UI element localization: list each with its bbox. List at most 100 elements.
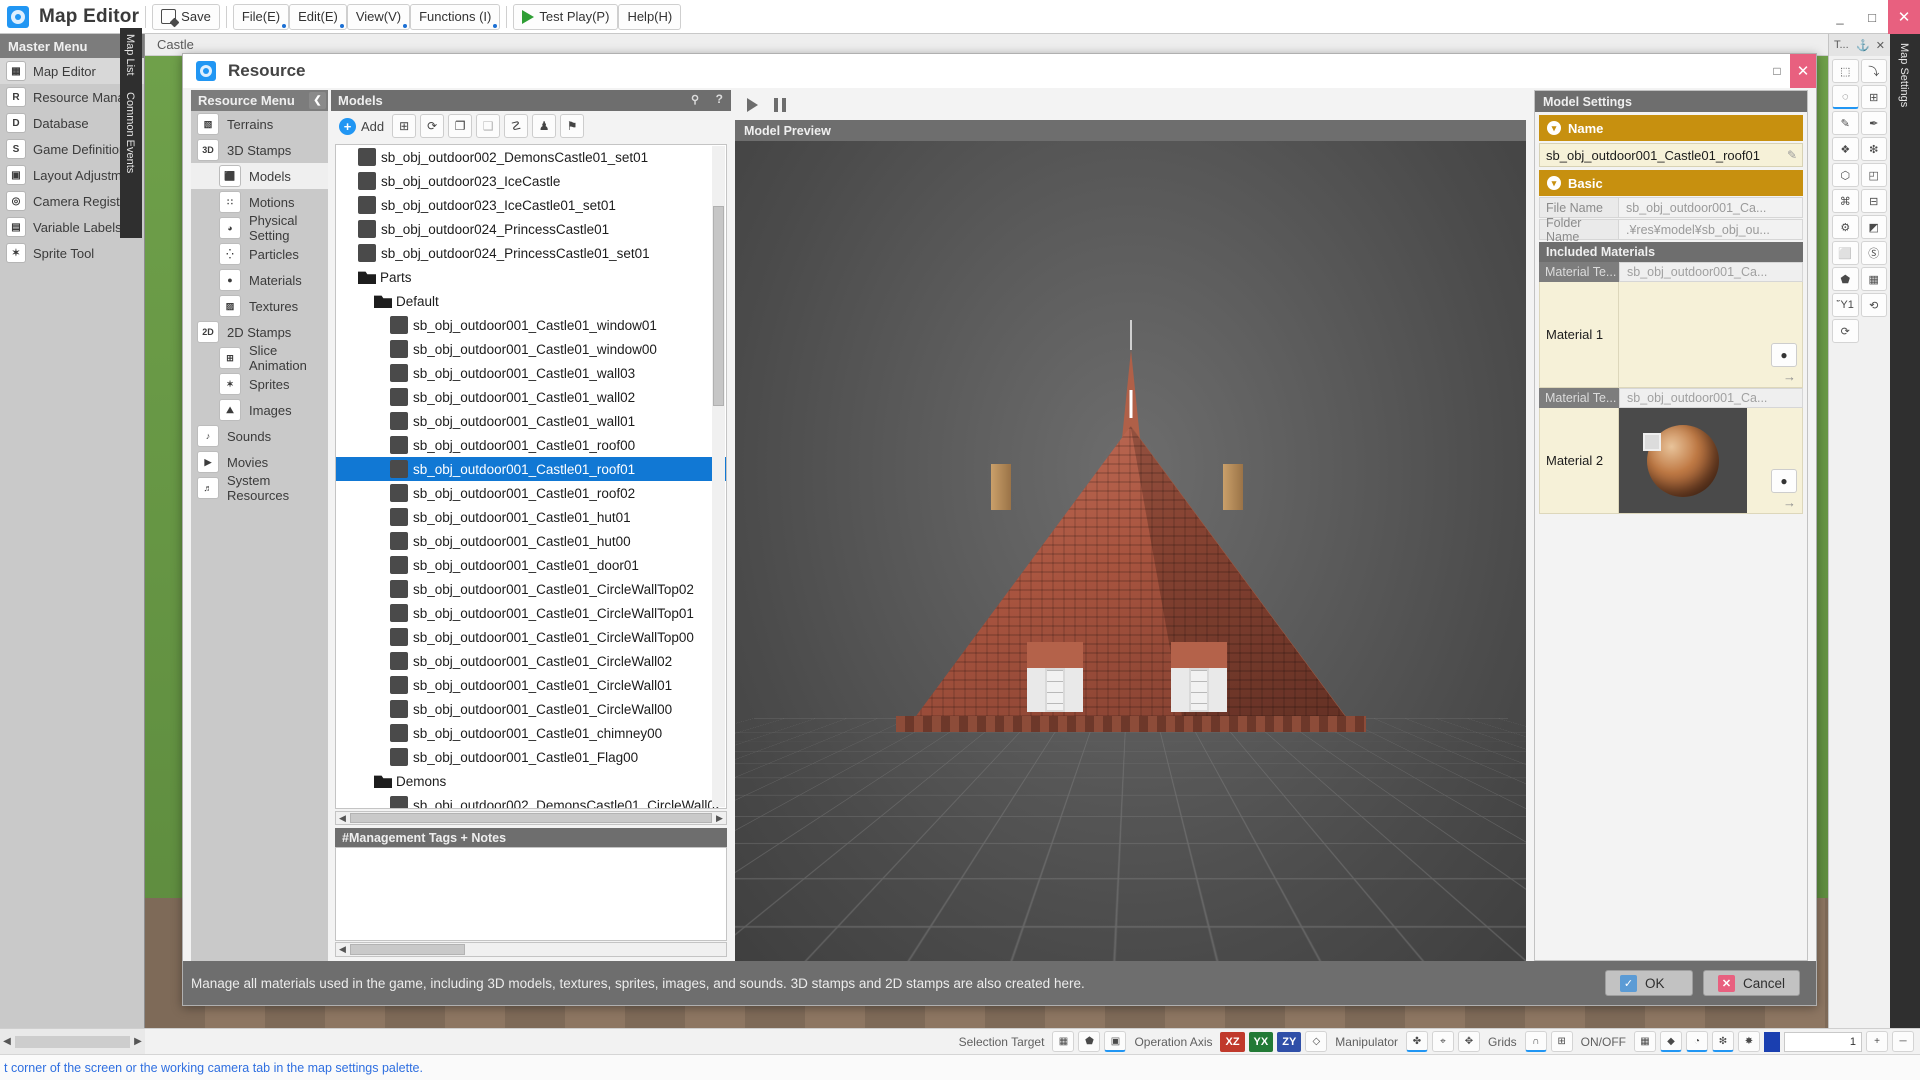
tree-model-row[interactable]: sb_obj_outdoor001_Castle01_CircleWallTop… [336, 601, 726, 625]
manipulator-move-button[interactable]: ✤ [1406, 1031, 1428, 1052]
palette-tool-button-15[interactable]: Ⓢ [1861, 241, 1888, 265]
toggle-effect-button[interactable]: ❇ [1712, 1031, 1734, 1052]
resource-menu-item-3d-stamps[interactable]: 3D 3D Stamps [191, 137, 328, 163]
cancel-button[interactable]: ✕ Cancel [1703, 970, 1800, 996]
models-tree[interactable]: sb_obj_outdoor002_DemonsCastle01_set01 sb… [335, 144, 727, 809]
palette-tool-button-9[interactable]: ◰ [1861, 163, 1888, 187]
edit-pencil-icon[interactable]: ✎ [1787, 148, 1797, 162]
close-button[interactable]: ✕ [1888, 0, 1920, 34]
resource-menu-item-system-resources[interactable]: ♬ System Resources [191, 475, 328, 501]
level-increase-button[interactable]: + [1866, 1031, 1888, 1052]
map-tab-castle[interactable]: Castle [157, 37, 194, 52]
test-play-button[interactable]: Test Play(P) [513, 4, 618, 30]
tree-folder-row[interactable]: Demons [336, 769, 726, 793]
tree-model-row[interactable]: sb_obj_outdoor024_PrincessCastle01_set01 [336, 241, 726, 265]
resource-menu-item-particles[interactable]: ⁛ Particles [191, 241, 328, 267]
grid-show-button[interactable]: ⊞ [1551, 1031, 1573, 1052]
resource-menu-item-sounds[interactable]: ♪ Sounds [191, 423, 328, 449]
grid-snap-button[interactable]: ∩ [1525, 1031, 1547, 1052]
resource-menu-item-physical-setting[interactable]: ◕ Physical Setting [191, 215, 328, 241]
tree-model-row[interactable]: sb_obj_outdoor001_Castle01_window00 [336, 337, 726, 361]
new-folder-button[interactable]: ⊞ [392, 114, 416, 138]
notes-hscroll-thumb[interactable] [350, 944, 465, 955]
close-icon[interactable]: ✕ [1876, 39, 1885, 52]
search-icon[interactable]: ⚲ [691, 93, 705, 107]
palette-tool-button-6[interactable]: ❖ [1832, 137, 1859, 161]
tree-model-row[interactable]: sb_obj_outdoor001_Castle01_roof01 [336, 457, 726, 481]
delete-button[interactable]: ☡ [504, 114, 528, 138]
tree-folder-row[interactable]: Parts [336, 265, 726, 289]
notes-hscrollbar[interactable]: ◀ [335, 942, 727, 957]
basic-section-header[interactable]: ▾ Basic [1539, 170, 1803, 196]
material2-edit-icon[interactable]: ● [1771, 469, 1797, 493]
menu-view[interactable]: View(V) [347, 4, 410, 30]
master-menu-hscroll[interactable]: ◀ ▶ [0, 1028, 145, 1054]
toggle-collision-button[interactable]: ✸ [1738, 1031, 1760, 1052]
tab-map-list[interactable]: Map List [120, 28, 140, 82]
map-settings-tab[interactable]: Map Settings [1890, 34, 1920, 1028]
palette-tool-button-17[interactable]: ▦ [1861, 267, 1888, 291]
help-button[interactable]: Help(H) [618, 4, 681, 30]
tree-vscroll-thumb[interactable] [713, 206, 724, 406]
resource-menu-item-terrains[interactable]: ▧ Terrains [191, 111, 328, 137]
pause-icon[interactable] [774, 98, 786, 112]
toggle-light-button[interactable]: ◔ [1686, 1031, 1708, 1052]
tree-model-row[interactable]: sb_obj_outdoor001_Castle01_hut00 [336, 529, 726, 553]
tree-model-row[interactable]: sb_obj_outdoor023_IceCastle01_set01 [336, 193, 726, 217]
material1-goto-icon[interactable]: → [1783, 369, 1796, 384]
palette-tool-button-18[interactable]: Ὕ1 [1832, 293, 1859, 317]
tree-model-row[interactable]: sb_obj_outdoor001_Castle01_Flag00 [336, 745, 726, 769]
tree-model-row[interactable]: sb_obj_outdoor001_Castle01_CircleWall00 [336, 697, 726, 721]
maximize-button[interactable]: □ [1856, 0, 1888, 34]
material1-edit-icon[interactable]: ● [1771, 343, 1797, 367]
tree-model-row[interactable]: sb_obj_outdoor001_Castle01_CircleWall01 [336, 673, 726, 697]
resource-menu-item-slice-animation[interactable]: ⊞ Slice Animation [191, 345, 328, 371]
palette-tool-button-8[interactable]: ⬡ [1832, 163, 1859, 187]
level-input[interactable]: 1 [1784, 1032, 1862, 1052]
model-name-input[interactable]: sb_obj_outdoor001_Castle01_roof01 ✎ [1539, 143, 1803, 167]
tree-model-row[interactable]: sb_obj_outdoor001_Castle01_roof02 [336, 481, 726, 505]
level-decrease-button[interactable]: ─ [1892, 1031, 1914, 1052]
palette-tool-button-20[interactable]: ⟳ [1832, 319, 1859, 343]
palette-tool-button-1[interactable]: ⤵ [1861, 59, 1888, 83]
play-icon[interactable] [747, 98, 758, 112]
tree-model-row[interactable]: sb_obj_outdoor023_IceCastle [336, 169, 726, 193]
material2-goto-icon[interactable]: → [1783, 495, 1796, 510]
resource-menu-item-textures[interactable]: ▨ Textures [191, 293, 328, 319]
palette-tool-button-4[interactable]: ✎ [1832, 111, 1859, 135]
resource-menu-item-models[interactable]: ⬛ Models [191, 163, 328, 189]
axis-yx-button[interactable]: YX [1249, 1032, 1274, 1052]
tree-model-row[interactable]: sb_obj_outdoor002_DemonsCastle01_set01 [336, 145, 726, 169]
scroll-right-icon[interactable]: ▶ [713, 812, 726, 824]
resource-menu-item-2d-stamps[interactable]: 2D 2D Stamps [191, 319, 328, 345]
stamp-button[interactable]: ♟ [532, 114, 556, 138]
tree-folder-row[interactable]: Default [336, 289, 726, 313]
toggle-grid-button[interactable]: ▦ [1634, 1031, 1656, 1052]
menu-edit[interactable]: Edit(E) [289, 4, 347, 30]
tree-model-row[interactable]: sb_obj_outdoor024_PrincessCastle01 [336, 217, 726, 241]
tree-model-row[interactable]: sb_obj_outdoor001_Castle01_CircleWall02 [336, 649, 726, 673]
resource-menu-item-images[interactable]: ⛰ Images [191, 397, 328, 423]
tree-model-row[interactable]: sb_obj_outdoor001_Castle01_wall03 [336, 361, 726, 385]
palette-tool-button-0[interactable]: ⬚ [1832, 59, 1859, 83]
tree-model-row[interactable]: sb_obj_outdoor001_Castle01_wall01 [336, 409, 726, 433]
tree-model-row[interactable]: sb_obj_outdoor001_Castle01_hut01 [336, 505, 726, 529]
tab-common-events[interactable]: Common Events [120, 82, 140, 179]
tree-model-row[interactable]: sb_obj_outdoor001_Castle01_window01 [336, 313, 726, 337]
save-button[interactable]: Save [152, 4, 220, 30]
menu-functions[interactable]: Functions (I) [410, 4, 500, 30]
add-button[interactable]: + Add [335, 114, 388, 138]
palette-tool-button-5[interactable]: ✒ [1861, 111, 1888, 135]
tree-model-row[interactable]: sb_obj_outdoor001_Castle01_chimney00 [336, 721, 726, 745]
copy-button[interactable]: ❐ [448, 114, 472, 138]
selection-target-grid-button[interactable]: ▦ [1052, 1031, 1074, 1052]
palette-tool-button-11[interactable]: ⊟ [1861, 189, 1888, 213]
resource-restore-button[interactable]: □ [1764, 54, 1790, 88]
scroll-right-icon[interactable]: ▶ [131, 1030, 145, 1054]
resource-menu-item-materials[interactable]: ● Materials [191, 267, 328, 293]
tree-model-row[interactable]: sb_obj_outdoor002_DemonsCastle01_CircleW… [336, 793, 726, 809]
tree-model-row[interactable]: sb_obj_outdoor001_Castle01_door01 [336, 553, 726, 577]
resource-menu-item-motions[interactable]: ∷ Motions [191, 189, 328, 215]
ok-button[interactable]: ✓ OK [1605, 970, 1693, 996]
scroll-thumb[interactable] [15, 1036, 130, 1048]
